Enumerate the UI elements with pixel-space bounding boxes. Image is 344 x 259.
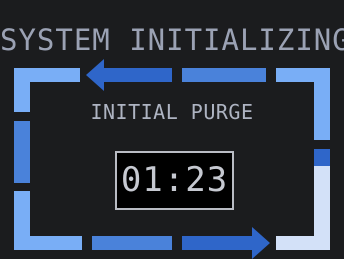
frame-segment-bottom-middle: [92, 236, 172, 250]
arrow-right-icon: [182, 227, 270, 259]
initialization-screen: SYSTEM INITIALIZING INITIAL PURGE 01:23: [0, 0, 344, 259]
phase-label: INITIAL PURGE: [90, 100, 254, 124]
frame-segment-top-middle: [182, 68, 266, 82]
progress-frame: [14, 59, 330, 259]
frame-segment-bottom-right: [276, 166, 330, 250]
frame-segment-bottom-left: [14, 191, 82, 250]
countdown-timer: 01:23: [115, 151, 234, 210]
countdown-value: 01:23: [120, 160, 229, 200]
arrow-left-icon: [86, 59, 172, 91]
frame-segment-left-middle: [14, 121, 30, 183]
